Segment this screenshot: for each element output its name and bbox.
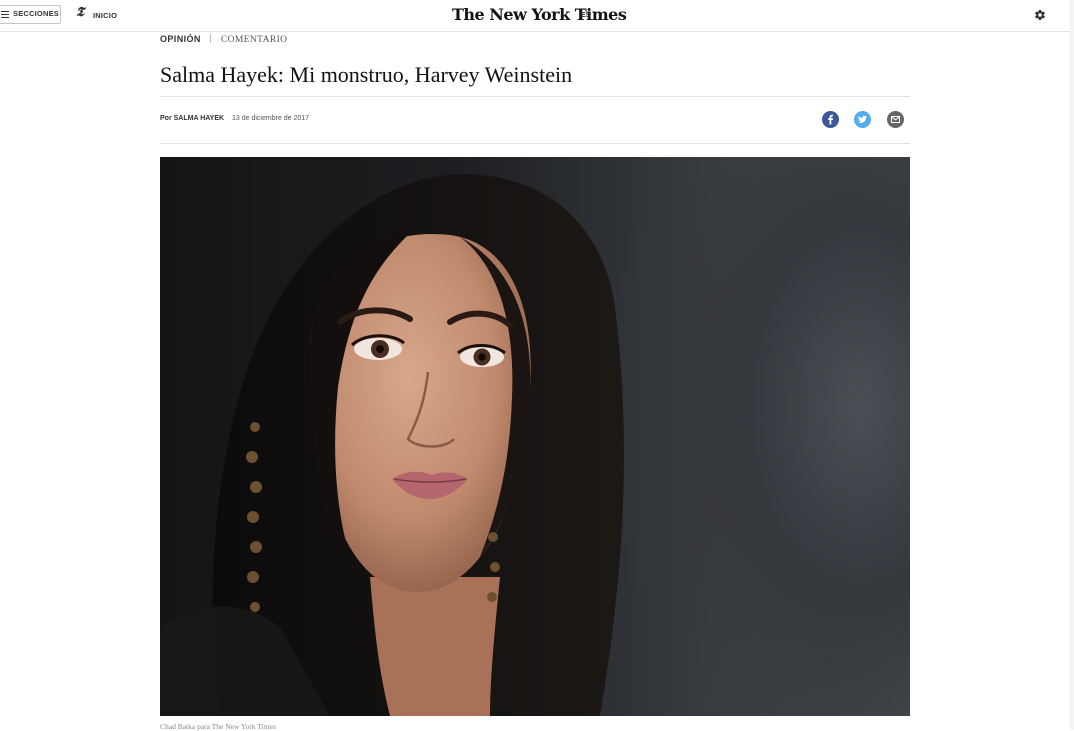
twitter-icon — [858, 115, 867, 124]
lead-photo[interactable] — [160, 157, 910, 716]
article-headline: Salma Hayek: Mi monstruo, Harvey Weinste… — [160, 62, 573, 87]
divider — [160, 143, 910, 144]
nyt-logo[interactable]: The New York Times — [452, 5, 627, 24]
byline-prefix: Por — [160, 115, 172, 122]
gear-icon[interactable] — [1034, 9, 1046, 21]
home-label: INICIO — [93, 11, 118, 20]
author-name[interactable]: SALMA HAYEK — [174, 115, 224, 122]
edition-label[interactable]: ES — [581, 12, 590, 19]
article-kicker: OPINIÓN COMENTARIO — [160, 34, 287, 45]
divider — [160, 96, 910, 97]
portrait-illustration — [160, 174, 625, 716]
share-email-button[interactable] — [887, 111, 904, 128]
publish-date: 13 de diciembre de 2017 — [232, 115, 310, 122]
sections-button[interactable]: SECCIONES — [0, 5, 61, 24]
share-twitter-button[interactable] — [854, 111, 871, 128]
sections-label: SECCIONES — [13, 9, 59, 18]
scrollbar[interactable] — [1070, 0, 1074, 730]
section-label[interactable]: OPINIÓN — [160, 34, 201, 44]
byline: Por SALMA HAYEK — [160, 115, 224, 122]
top-navigation-bar: SECCIONES 𝕿 INICIO The New York Times ES — [0, 0, 1070, 32]
facebook-icon — [828, 114, 834, 125]
email-icon — [891, 116, 900, 123]
nyt-t-logo-icon: 𝕿 — [76, 5, 84, 20]
kicker-divider — [210, 34, 212, 43]
share-facebook-button[interactable] — [822, 111, 839, 128]
hamburger-icon — [1, 11, 9, 19]
article-type-label: COMENTARIO — [220, 35, 288, 45]
